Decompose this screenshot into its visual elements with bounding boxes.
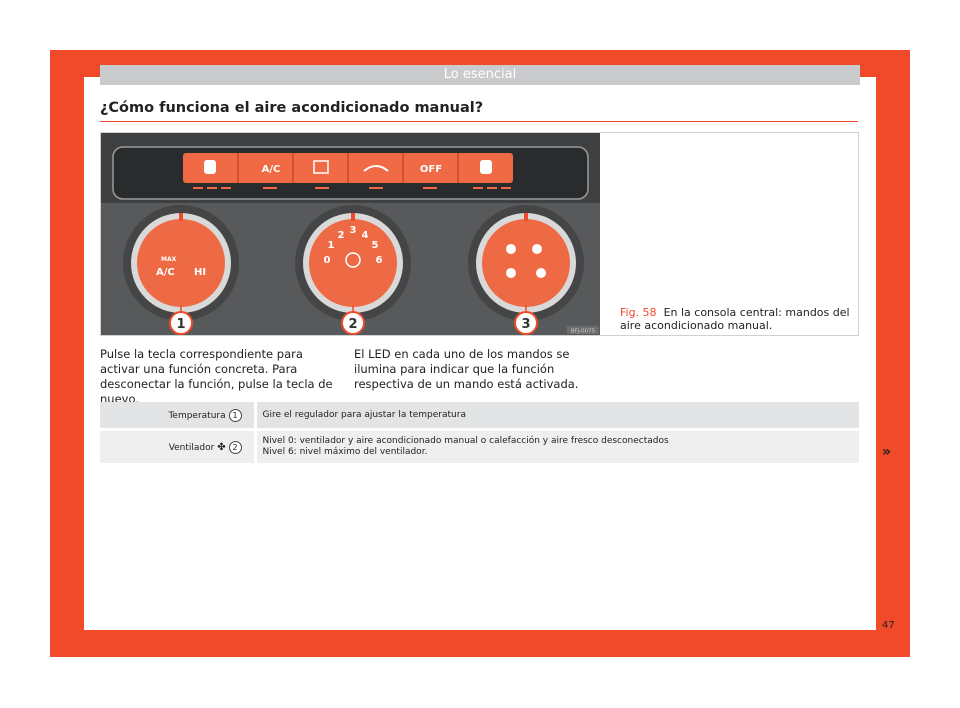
fan-level-0: 0	[324, 255, 331, 266]
page-number: 47	[882, 620, 895, 631]
button-row: A/C OFF	[183, 153, 513, 183]
row-label-ventilador: Ventilador	[168, 442, 215, 453]
dial-max-label: MAX	[161, 256, 177, 263]
defrost-icon	[532, 244, 542, 254]
controls-table: Temperatura 1 Gire el regulador para aju…	[100, 402, 859, 463]
callout-3: 3	[521, 317, 530, 332]
feet-air-icon	[506, 268, 516, 278]
face-air-icon	[536, 268, 546, 278]
fan-level-2: 2	[338, 230, 345, 241]
ref-badge-2: 2	[228, 440, 242, 454]
figure-label: Fig. 58	[620, 306, 657, 319]
windshield-air-icon	[506, 244, 516, 254]
fan-level-6: 6	[376, 255, 383, 266]
continue-marker: »	[882, 444, 892, 460]
fan-icon: ✤	[217, 441, 226, 453]
figure-58: A/C OFF MAX A/C HI 0 1 2 3 4 5 6 1 2 3 B…	[100, 132, 859, 336]
climate-control-illustration: A/C OFF MAX A/C HI 0 1 2 3 4 5 6 1 2 3 B…	[101, 133, 600, 335]
fan-level-4: 4	[362, 230, 369, 241]
page-title: ¿Cómo funciona el aire acondicionado man…	[100, 100, 484, 116]
ac-button-label: A/C	[262, 164, 281, 175]
ref-badge-1: 1	[228, 408, 242, 422]
title-divider	[100, 121, 858, 122]
temperature-dial: MAX A/C HI	[123, 205, 239, 321]
fan-level-5: 5	[372, 240, 379, 251]
callout-1: 1	[176, 317, 185, 332]
dial-ac-label: A/C	[156, 267, 175, 278]
callout-2: 2	[348, 317, 357, 332]
seat-heat-right-icon	[480, 160, 492, 174]
row-desc-ventilador-1: Nivel 0: ventilador y aire acondicionado…	[262, 436, 669, 446]
figure-ref-code: BFJ-0075	[571, 329, 596, 335]
off-button-label: OFF	[420, 164, 442, 175]
seat-heat-left-icon	[204, 160, 216, 174]
table-row: Ventilador ✤ 2 Nivel 0: ventilador y air…	[100, 429, 859, 463]
air-distribution-dial	[468, 205, 584, 321]
fan-dial: 0 1 2 3 4 5 6	[295, 205, 411, 321]
row-desc-ventilador-2: Nivel 6: nivel máximo del ventilador.	[262, 447, 428, 457]
body-col1: Pulse la tecla correspondiente para acti…	[100, 347, 333, 406]
row-desc-temperatura: Gire el regulador para ajustar la temper…	[253, 402, 859, 431]
body-col2: El LED en cada uno de los mandos se ilum…	[354, 347, 579, 391]
figure-caption: Fig. 58 En la consola central: mandos de…	[620, 306, 850, 332]
row-label-temperatura: Temperatura	[168, 410, 226, 421]
fan-level-1: 1	[328, 240, 335, 251]
table-row: Temperatura 1 Gire el regulador para aju…	[100, 402, 859, 431]
section-header: Lo esencial	[100, 65, 860, 85]
fan-level-3: 3	[350, 225, 357, 236]
dial-hi-label: HI	[194, 267, 206, 278]
